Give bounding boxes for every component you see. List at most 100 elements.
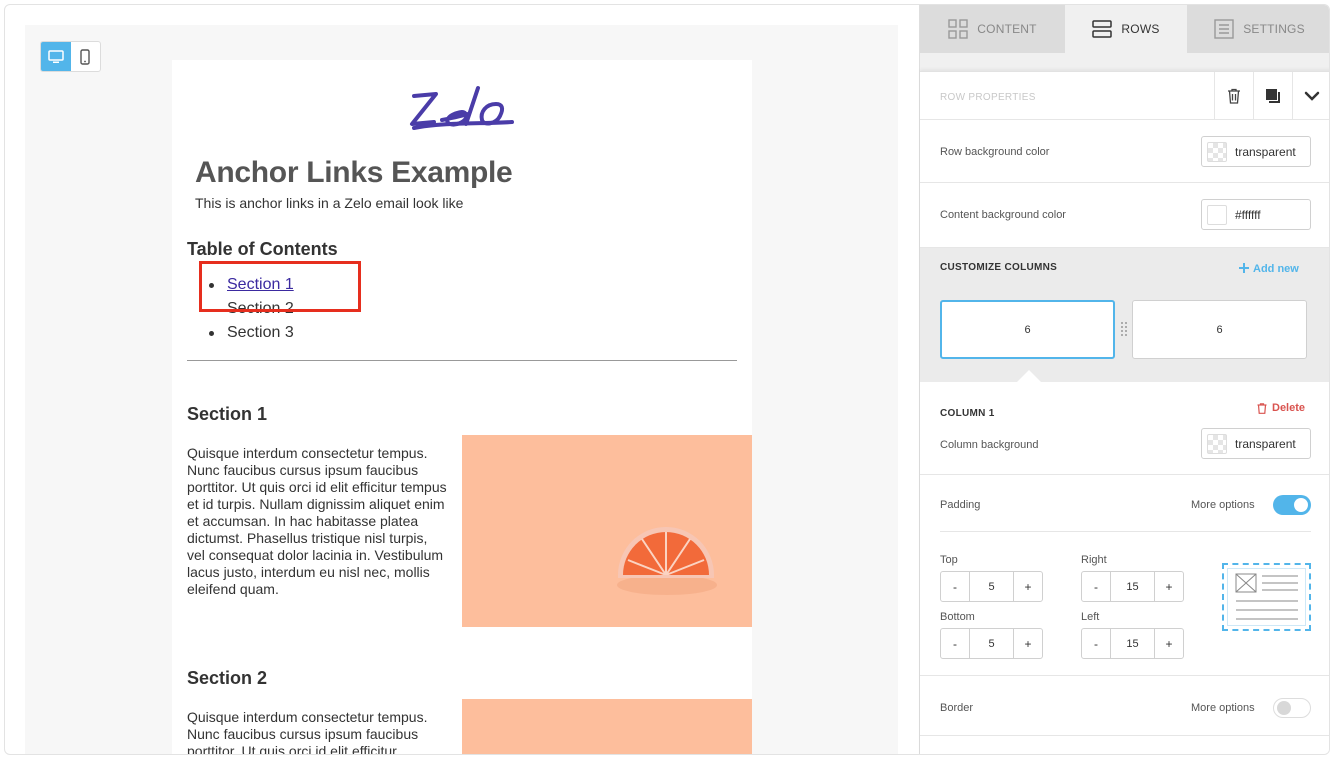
padding-top-value[interactable]: 5: [969, 572, 1014, 601]
collapse-row-button[interactable]: [1292, 72, 1329, 120]
desktop-icon: [48, 49, 64, 63]
tab-settings[interactable]: SETTINGS: [1187, 5, 1329, 53]
delete-column-label: Delete: [1272, 402, 1306, 414]
column-background-picker[interactable]: transparent: [1201, 428, 1311, 459]
padding-left-value[interactable]: 15: [1110, 629, 1155, 658]
section-2-image[interactable]: [462, 699, 752, 754]
customize-columns-title: CUSTOMIZE COLUMNS: [940, 262, 1058, 273]
column-1-title: COLUMN 1: [940, 408, 995, 419]
column-background-label: Column background: [940, 439, 1039, 451]
delete-column-button[interactable]: Delete: [1257, 402, 1305, 414]
panel-body: ROW PROPERTIES Row background color tran…: [920, 71, 1329, 754]
add-column-button[interactable]: Add new: [1239, 263, 1299, 275]
annotation-highlight-box: [199, 261, 361, 312]
padding-bottom-decrement[interactable]: -: [941, 629, 969, 658]
plus-icon: [1239, 263, 1249, 273]
padding-bottom-value[interactable]: 5: [969, 629, 1014, 658]
row-properties-header: ROW PROPERTIES: [920, 72, 1329, 120]
drag-handle-icon[interactable]: [1120, 321, 1128, 337]
tab-content-label: CONTENT: [977, 22, 1037, 36]
padding-top-stepper[interactable]: - 5 +: [940, 571, 1043, 602]
tab-rows[interactable]: ROWS: [1065, 5, 1187, 53]
selection-pointer: [1017, 370, 1041, 382]
section-1-title[interactable]: Section 1: [187, 404, 267, 425]
section-1-image[interactable]: [462, 435, 752, 627]
column-1-box[interactable]: 6: [940, 300, 1115, 359]
padding-right-label: Right: [1081, 554, 1107, 566]
section-2-text[interactable]: Quisque interdum consectetur tempus. Nun…: [187, 709, 449, 754]
border-more-options-label: More options: [1191, 702, 1255, 714]
editor-window: Anchor Links Example This is anchor link…: [4, 4, 1330, 755]
zelo-logo[interactable]: [404, 82, 520, 134]
row-background-label: Row background color: [940, 146, 1050, 158]
padding-top-increment[interactable]: +: [1014, 572, 1042, 601]
section-1-text[interactable]: Quisque interdum consectetur tempus. Nun…: [187, 445, 449, 598]
toc-item-section-3[interactable]: Section 3: [209, 321, 294, 345]
column-2-size: 6: [1216, 323, 1223, 336]
row-background-row: Row background color transparent: [920, 120, 1329, 183]
customize-columns-section: CUSTOMIZE COLUMNS Add new 6 6: [920, 248, 1329, 382]
border-label: Border: [940, 702, 974, 714]
panel-tabs: CONTENT ROWS SETTINGS: [920, 5, 1329, 53]
transparent-swatch: [1207, 433, 1227, 454]
tab-rows-label: ROWS: [1121, 22, 1160, 36]
email-canvas: Anchor Links Example This is anchor link…: [25, 25, 898, 754]
properties-panel: CONTENT ROWS SETTINGS ROW PROPERTIES Row…: [919, 5, 1329, 754]
content-background-row: Content background color #ffffff: [920, 183, 1329, 248]
row-properties-title: ROW PROPERTIES: [940, 92, 1036, 103]
duplicate-row-button[interactable]: [1253, 72, 1292, 120]
padding-divider: [940, 531, 1311, 532]
tab-content[interactable]: CONTENT: [920, 5, 1065, 53]
padding-bottom-increment[interactable]: +: [1014, 629, 1042, 658]
email-headline[interactable]: Anchor Links Example: [195, 156, 513, 190]
padding-left-decrement[interactable]: -: [1082, 629, 1110, 658]
email-body: Anchor Links Example This is anchor link…: [172, 60, 752, 754]
orange-slice-image: [617, 527, 717, 595]
divider: [187, 360, 737, 361]
mobile-view-button[interactable]: [71, 42, 101, 71]
grid-icon: [948, 19, 968, 39]
trash-icon: [1257, 402, 1267, 414]
column-1-section: COLUMN 1 Delete Column background transp…: [920, 382, 1329, 475]
padding-more-options-label: More options: [1191, 499, 1255, 511]
content-background-label: Content background color: [940, 209, 1066, 221]
padding-left-stepper[interactable]: - 15 +: [1081, 628, 1184, 659]
padding-more-options-toggle[interactable]: [1273, 495, 1311, 515]
padding-top-label: Top: [940, 554, 958, 566]
padding-right-stepper[interactable]: - 15 +: [1081, 571, 1184, 602]
chevron-down-icon: [1304, 91, 1320, 101]
row-background-picker[interactable]: transparent: [1201, 136, 1311, 167]
padding-left-label: Left: [1081, 611, 1100, 623]
row-background-value: transparent: [1235, 144, 1296, 159]
padding-right-increment[interactable]: +: [1155, 572, 1183, 601]
toc-text-section-3: Section 3: [227, 324, 294, 341]
border-more-options-toggle[interactable]: [1273, 698, 1311, 718]
padding-top-decrement[interactable]: -: [941, 572, 969, 601]
tab-settings-label: SETTINGS: [1243, 22, 1305, 36]
desktop-view-button[interactable]: [41, 42, 71, 71]
column-1-size: 6: [1024, 323, 1031, 336]
mobile-icon: [80, 48, 90, 65]
transparent-swatch: [1207, 141, 1227, 162]
rows-icon: [1092, 20, 1113, 38]
padding-left-increment[interactable]: +: [1155, 629, 1183, 658]
section-2-title[interactable]: Section 2: [187, 668, 267, 689]
device-toggle: [40, 41, 101, 72]
duplicate-icon: [1266, 89, 1280, 103]
padding-right-decrement[interactable]: -: [1082, 572, 1110, 601]
settings-icon: [1214, 19, 1234, 39]
padding-bottom-stepper[interactable]: - 5 +: [940, 628, 1043, 659]
padding-label: Padding: [940, 499, 981, 511]
white-swatch: [1207, 204, 1227, 225]
column-2-box[interactable]: 6: [1132, 300, 1307, 359]
delete-row-button[interactable]: [1214, 72, 1253, 120]
padding-bottom-label: Bottom: [940, 611, 975, 623]
add-column-label: Add new: [1253, 263, 1299, 275]
toc-title[interactable]: Table of Contents: [187, 239, 338, 260]
content-background-picker[interactable]: #ffffff: [1201, 199, 1311, 230]
column-background-value: transparent: [1235, 436, 1296, 451]
padding-right-value[interactable]: 15: [1110, 572, 1155, 601]
email-subline[interactable]: This is anchor links in a Zelo email loo…: [195, 195, 463, 211]
content-background-value: #ffffff: [1235, 207, 1261, 222]
border-section: Border More options: [920, 676, 1329, 736]
